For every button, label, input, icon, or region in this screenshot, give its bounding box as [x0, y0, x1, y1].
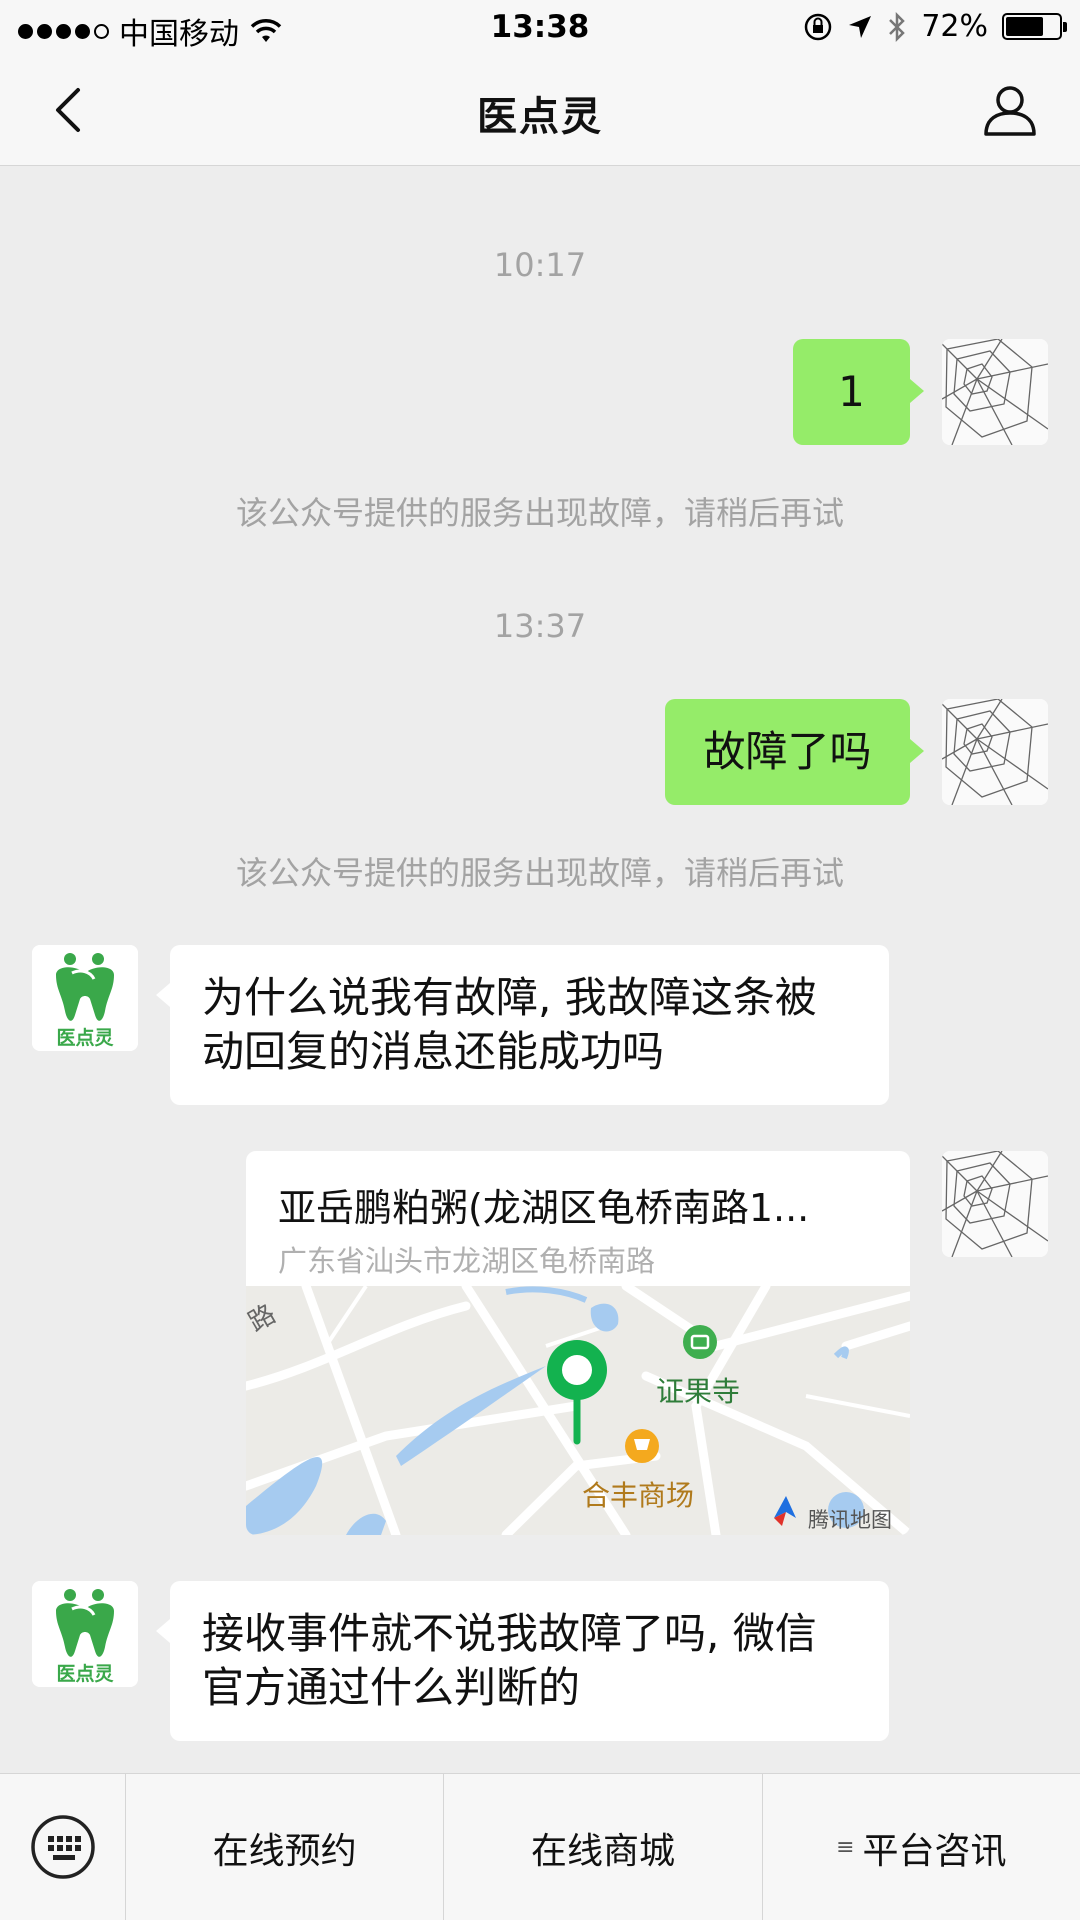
- battery-fill: [1006, 17, 1044, 36]
- location-arrow-icon: [849, 15, 872, 38]
- location-address: 广东省汕头市龙湖区龟桥南路: [278, 1244, 656, 1278]
- menu-item-label: 在线预约: [212, 1830, 357, 1872]
- system-message: 该公众号提供的服务出现故障，请稍后再试: [235, 854, 844, 892]
- menu-item-online-mall[interactable]: 在线商城: [444, 1774, 763, 1920]
- keyboard-toggle-button[interactable]: [0, 1774, 126, 1920]
- page-title: 医点灵: [477, 94, 603, 140]
- bottom-menu-bar: 在线预约 在线商城 ≡ 平台咨讯: [0, 1773, 1080, 1920]
- my-message-bubble[interactable]: 1: [793, 339, 924, 445]
- battery-icon: [1002, 13, 1067, 40]
- submenu-icon: ≡: [836, 1835, 855, 1860]
- top-bar: 中国移动 13:38 72% 医点灵: [0, 0, 1080, 166]
- menu-item-platform-news[interactable]: ≡ 平台咨讯: [763, 1774, 1080, 1920]
- system-message: 该公众号提供的服务出现故障，请稍后再试: [235, 494, 844, 532]
- keyboard-icon: [31, 1815, 95, 1879]
- message-text: 1: [838, 367, 865, 416]
- battery-percent: 72%: [921, 9, 988, 44]
- spider-web-avatar-icon: [942, 699, 1048, 805]
- location-card[interactable]: 亚岳鹏粕粥(龙湖区龟桥南路1... 广东省汕头市龙湖区龟桥南路 证果寺 合丰商场…: [246, 1151, 910, 1535]
- map-brand: 腾讯地图: [808, 1508, 892, 1532]
- status-bar: 中国移动 13:38 72%: [0, 0, 1080, 54]
- message-text: 故障了吗: [703, 727, 872, 776]
- official-message-bubble[interactable]: 为什么说我有故障, 我故障这条被 动回复的消息还能成功吗: [156, 945, 889, 1105]
- logo-text: 医点灵: [56, 1663, 114, 1685]
- nav-bar: 医点灵: [0, 54, 1080, 166]
- my-avatar[interactable]: [942, 1151, 1048, 1257]
- message-text-line: 为什么说我有故障, 我故障这条被: [202, 973, 817, 1022]
- status-right: 72%: [803, 9, 1067, 44]
- map-graphic: [246, 1281, 910, 1535]
- profile-icon[interactable]: [980, 80, 1040, 140]
- official-account-avatar[interactable]: 医点灵: [32, 945, 138, 1051]
- chat-timestamp: 10:17: [493, 246, 587, 284]
- chat-timestamp: 13:37: [493, 607, 587, 645]
- rotation-lock-icon: [805, 13, 832, 40]
- message-text-line: 接收事件就不说我故障了吗, 微信: [202, 1609, 817, 1658]
- message-text-line: 官方通过什么判断的: [202, 1663, 581, 1712]
- spider-web-avatar-icon: [942, 1151, 1048, 1257]
- map-label-mall: 合丰商场: [582, 1479, 695, 1512]
- my-avatar[interactable]: [942, 339, 1048, 445]
- menu-item-label: 平台咨讯: [862, 1830, 1007, 1872]
- my-avatar[interactable]: [942, 699, 1048, 805]
- menu-item-label: 在线商城: [530, 1830, 675, 1872]
- spider-web-avatar-icon: [942, 339, 1048, 445]
- location-map[interactable]: 证果寺 合丰商场 路 腾讯地图: [246, 1281, 910, 1535]
- bluetooth-icon: [889, 11, 906, 42]
- logo-text: 医点灵: [56, 1027, 114, 1049]
- message-text-line: 动回复的消息还能成功吗: [202, 1027, 665, 1076]
- official-account-avatar[interactable]: 医点灵: [32, 1581, 138, 1687]
- my-message-bubble[interactable]: 故障了吗: [665, 699, 924, 805]
- location-title: 亚岳鹏粕粥(龙湖区龟桥南路1...: [278, 1186, 810, 1230]
- map-label-temple: 证果寺: [656, 1375, 741, 1408]
- menu-item-online-booking[interactable]: 在线预约: [126, 1774, 445, 1920]
- official-message-bubble[interactable]: 接收事件就不说我故障了吗, 微信 官方通过什么判断的: [156, 1581, 889, 1741]
